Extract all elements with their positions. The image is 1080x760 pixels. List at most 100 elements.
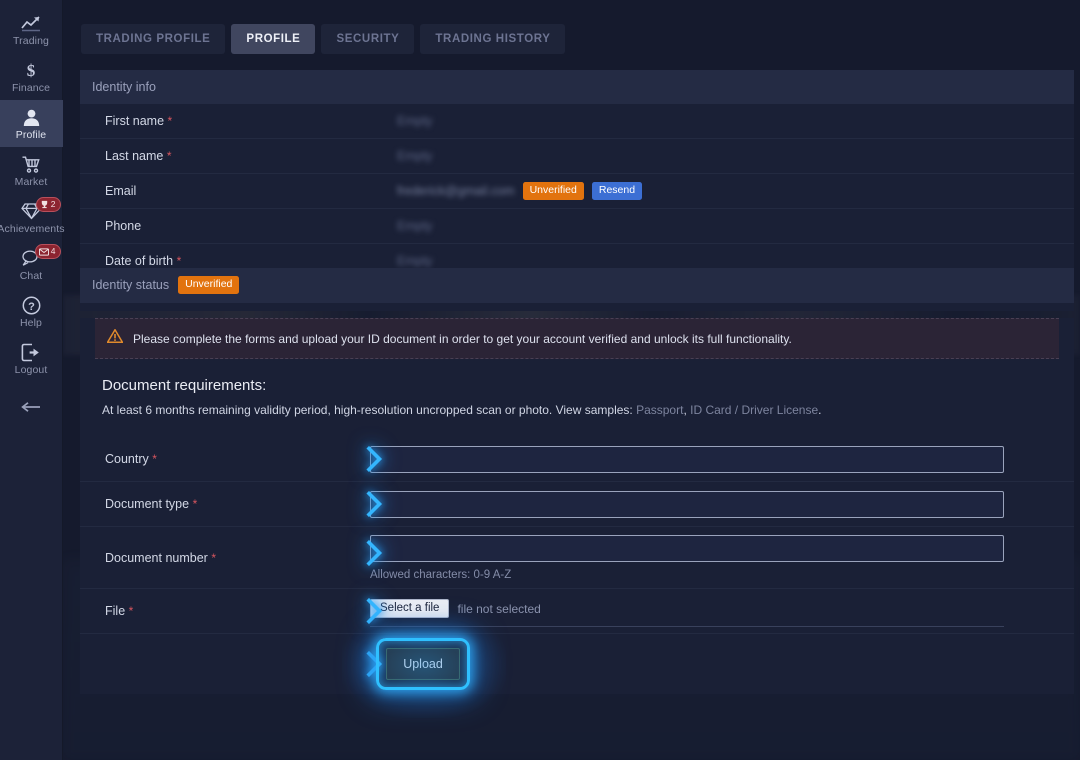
form-row-document-number: Document number * Allowed characters: 0-… xyxy=(80,527,1074,589)
form-row-document-type: Document type * xyxy=(80,482,1074,527)
field-label: Phone xyxy=(105,219,397,233)
sidebar-item-label: Chat xyxy=(20,270,43,282)
sidebar-item-chat[interactable]: 4 Chat xyxy=(0,241,63,288)
document-requirements-description: At least 6 months remaining validity per… xyxy=(102,403,1074,417)
resend-email-button[interactable]: Resend xyxy=(592,182,642,200)
field-row-first-name: First name * Empty xyxy=(80,104,1074,139)
field-control: Select a file file not selected xyxy=(370,595,1074,627)
field-value: Empty xyxy=(397,149,1074,163)
application-window: Trading $ Finance Profile xyxy=(0,0,1080,760)
trophy-icon xyxy=(40,200,49,209)
dollar-icon: $ xyxy=(21,60,41,81)
sidebar-item-label: Help xyxy=(20,317,42,329)
envelope-icon xyxy=(39,248,49,256)
chat-badge[interactable]: 4 xyxy=(35,244,61,259)
file-status-text: file not selected xyxy=(457,602,540,616)
verification-warning-banner: Please complete the forms and upload you… xyxy=(95,318,1059,359)
chevron-right-icon xyxy=(361,537,387,569)
sidebar-item-market[interactable]: Market xyxy=(0,147,63,194)
required-asterisk: * xyxy=(129,604,134,618)
achievements-badge-count: 2 xyxy=(51,199,56,210)
form-row-file: File * Select a file file not selected xyxy=(80,589,1074,634)
identity-status-body: Please complete the forms and upload you… xyxy=(80,318,1074,694)
upload-button[interactable]: Upload xyxy=(386,648,460,680)
tab-profile[interactable]: PROFILE xyxy=(231,24,315,54)
chart-line-icon xyxy=(20,13,42,34)
form-row-country: Country * xyxy=(80,437,1074,482)
logout-icon xyxy=(21,342,41,363)
identity-status-header: Identity status Unverified xyxy=(80,268,1074,303)
field-label: Email xyxy=(105,184,397,198)
field-value: Empty xyxy=(397,219,1074,233)
tab-trading-history[interactable]: TRADING HISTORY xyxy=(420,24,565,54)
country-select[interactable] xyxy=(370,446,1004,473)
user-icon xyxy=(22,107,41,128)
field-control xyxy=(370,446,1074,473)
field-label: Document type * xyxy=(105,497,370,511)
sidebar-item-help[interactable]: ? Help xyxy=(0,288,63,335)
phone-value: Empty xyxy=(397,219,432,233)
identity-info-title: Identity info xyxy=(80,70,1074,104)
field-label: File * xyxy=(105,604,370,618)
cart-icon xyxy=(21,154,42,175)
field-label: First name * xyxy=(105,114,397,128)
tab-security[interactable]: SECURITY xyxy=(321,24,414,54)
date-of-birth-value: Empty xyxy=(397,254,432,268)
required-asterisk: * xyxy=(168,114,173,128)
field-value: Empty xyxy=(397,114,1074,128)
svg-text:$: $ xyxy=(27,61,36,80)
field-row-phone: Phone Empty xyxy=(80,209,1074,244)
document-number-input[interactable] xyxy=(370,535,1004,562)
sidebar-item-trading[interactable]: Trading xyxy=(0,6,63,53)
sidebar-item-label: Achievements xyxy=(0,223,65,235)
id-card-sample-link[interactable]: ID Card / Driver License xyxy=(690,403,818,417)
required-asterisk: * xyxy=(152,452,157,466)
chevron-right-icon xyxy=(361,648,387,680)
required-asterisk: * xyxy=(167,149,172,163)
sidebar-item-label: Logout xyxy=(15,364,48,376)
passport-sample-link[interactable]: Passport xyxy=(636,403,683,417)
document-requirements-heading: Document requirements: xyxy=(102,377,1074,394)
identity-status-badge: Unverified xyxy=(178,276,239,294)
required-asterisk: * xyxy=(177,254,182,268)
field-label: Last name * xyxy=(105,149,397,163)
document-number-hint: Allowed characters: 0-9 A-Z xyxy=(370,569,1074,581)
sidebar-item-label: Finance xyxy=(12,82,50,94)
sidebar-item-profile[interactable]: Profile xyxy=(0,100,63,147)
first-name-value: Empty xyxy=(397,114,432,128)
svg-text:?: ? xyxy=(28,301,35,313)
warning-triangle-icon xyxy=(107,329,123,348)
field-control: Allowed characters: 0-9 A-Z xyxy=(370,535,1074,581)
sidebar-item-label: Profile xyxy=(16,129,46,141)
chevron-right-icon xyxy=(361,488,387,520)
chevron-right-icon xyxy=(361,443,387,475)
tab-trading-profile[interactable]: TRADING PROFILE xyxy=(81,24,225,54)
document-type-select[interactable] xyxy=(370,491,1004,518)
sidebar-collapse-button[interactable] xyxy=(0,396,63,422)
sidebar-item-logout[interactable]: Logout xyxy=(0,335,63,382)
sidebar-item-achievements[interactable]: 2 Achievements xyxy=(0,194,63,241)
field-row-email: Email frederick@gmail.com Unverified Res… xyxy=(80,174,1074,209)
question-circle-icon: ? xyxy=(22,295,41,316)
required-asterisk: * xyxy=(193,497,198,511)
identity-status-label: Identity status xyxy=(92,278,169,292)
field-label: Date of birth * xyxy=(105,254,397,268)
file-field-underline xyxy=(370,626,1004,627)
primary-sidebar: Trading $ Finance Profile xyxy=(0,0,63,760)
email-unverified-badge: Unverified xyxy=(523,182,584,200)
sidebar-item-label: Market xyxy=(15,176,48,188)
field-value: frederick@gmail.com Unverified Resend xyxy=(397,182,1074,200)
achievements-badge[interactable]: 2 xyxy=(36,197,61,212)
warning-text: Please complete the forms and upload you… xyxy=(133,332,792,346)
required-asterisk: * xyxy=(211,551,216,565)
form-row-upload: Upload xyxy=(80,634,1074,694)
field-control xyxy=(370,491,1074,518)
field-value: Empty xyxy=(397,254,1074,268)
identity-status-panel: Identity status Unverified Please comple… xyxy=(80,268,1074,694)
last-name-value: Empty xyxy=(397,149,432,163)
main-content: TRADING PROFILE PROFILE SECURITY TRADING… xyxy=(63,0,1080,760)
chevron-right-icon xyxy=(361,595,387,627)
sidebar-item-finance[interactable]: $ Finance xyxy=(0,53,63,100)
document-upload-form: Country * xyxy=(80,437,1074,694)
field-label: Country * xyxy=(105,452,370,466)
